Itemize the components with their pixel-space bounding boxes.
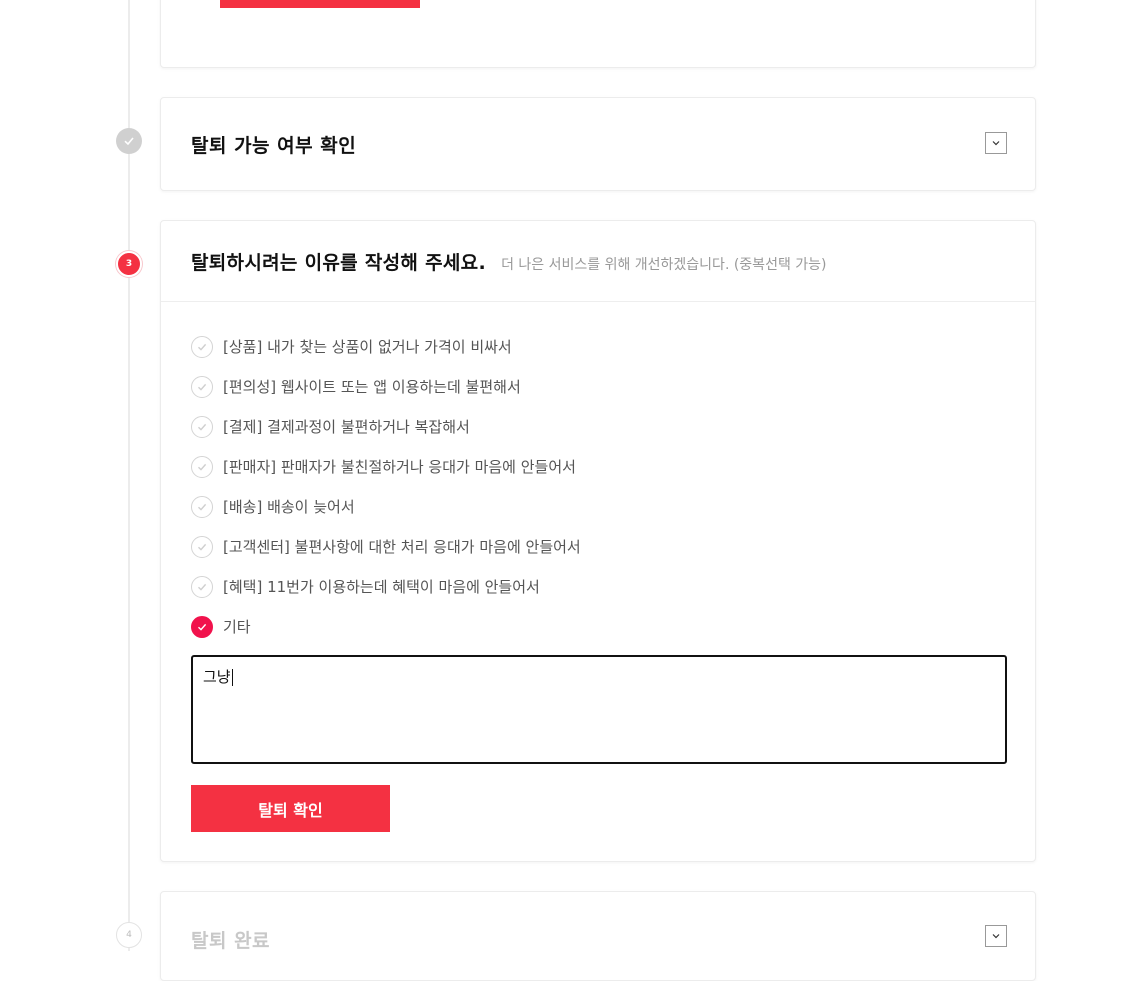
check-icon: [198, 583, 207, 591]
step-3-title: 탈퇴하시려는 이유를 작성해 주세요.: [191, 252, 486, 274]
option-label: [혜택] 11번가 이용하는데 혜택이 마음에 안들어서: [223, 578, 540, 596]
option-checkbox[interactable]: [191, 496, 213, 518]
step-2-title: 탈퇴 가능 여부 확인: [191, 135, 357, 157]
reason-option[interactable]: [고객센터] 불편사항에 대한 처리 응대가 마음에 안들어서: [191, 536, 581, 576]
option-checkbox[interactable]: [191, 536, 213, 558]
option-label: [편의성] 웹사이트 또는 앱 이용하는데 불편해서: [223, 378, 521, 396]
reason-option[interactable]: [판매자] 판매자가 불친절하거나 응대가 마음에 안들어서: [191, 456, 581, 496]
reason-text: 그냥: [203, 668, 231, 686]
withdraw-confirm-button[interactable]: 탈퇴 확인: [191, 785, 390, 832]
option-label: [상품] 내가 찾는 상품이 없거나 가격이 비싸서: [223, 338, 512, 356]
option-checkbox[interactable]: [191, 616, 213, 638]
expand-toggle[interactable]: [985, 925, 1007, 947]
reason-option[interactable]: [편의성] 웹사이트 또는 앱 이용하는데 불편해서: [191, 376, 581, 416]
step-3-header: 탈퇴하시려는 이유를 작성해 주세요. 더 나은 서비스를 위해 개선하겠습니다…: [191, 248, 827, 275]
check-icon: [198, 343, 207, 351]
step-2-done-indicator: [116, 128, 142, 154]
step-1-button[interactable]: [220, 0, 420, 8]
chevron-down-icon: [992, 934, 1000, 939]
step-4-card: 탈퇴 완료: [160, 891, 1036, 981]
reason-options-list: [상품] 내가 찾는 상품이 없거나 가격이 비싸서 [편의성] 웹사이트 또는 …: [191, 336, 581, 656]
check-icon: [198, 383, 207, 391]
divider: [161, 301, 1035, 302]
text-caret: [231, 669, 233, 686]
option-label: [고객센터] 불편사항에 대한 처리 응대가 마음에 안들어서: [223, 538, 581, 556]
option-checkbox[interactable]: [191, 456, 213, 478]
check-icon: [124, 137, 134, 146]
step-1-card: [160, 0, 1036, 68]
reason-option[interactable]: [혜택] 11번가 이용하는데 혜택이 마음에 안들어서: [191, 576, 581, 616]
expand-toggle[interactable]: [985, 132, 1007, 154]
reason-option[interactable]: 기타: [191, 616, 581, 656]
step-3-card: 탈퇴하시려는 이유를 작성해 주세요. 더 나은 서비스를 위해 개선하겠습니다…: [160, 220, 1036, 862]
step-4-indicator: 4: [116, 922, 142, 948]
check-icon: [198, 503, 207, 511]
option-label: [배송] 배송이 늦어서: [223, 498, 355, 516]
step-4-number: 4: [126, 930, 132, 940]
option-label: [결제] 결제과정이 불편하거나 복잡해서: [223, 418, 470, 436]
reason-textarea[interactable]: 그냥: [191, 655, 1007, 764]
check-icon: [198, 623, 207, 631]
option-checkbox[interactable]: [191, 336, 213, 358]
option-checkbox[interactable]: [191, 576, 213, 598]
option-checkbox[interactable]: [191, 376, 213, 398]
step-3-number: 3: [125, 259, 133, 269]
check-icon: [198, 543, 207, 551]
step-4-title: 탈퇴 완료: [191, 930, 271, 952]
reason-option[interactable]: [배송] 배송이 늦어서: [191, 496, 581, 536]
check-icon: [198, 423, 207, 431]
option-checkbox[interactable]: [191, 416, 213, 438]
check-icon: [198, 463, 207, 471]
step-3-indicator: 3: [116, 251, 142, 277]
reason-option[interactable]: [상품] 내가 찾는 상품이 없거나 가격이 비싸서: [191, 336, 581, 376]
step-2-card: 탈퇴 가능 여부 확인: [160, 97, 1036, 191]
option-label: 기타: [223, 618, 251, 636]
step-3-subtitle: 더 나은 서비스를 위해 개선하겠습니다. (중복선택 가능): [501, 257, 827, 273]
option-label: [판매자] 판매자가 불친절하거나 응대가 마음에 안들어서: [223, 458, 576, 476]
chevron-down-icon: [992, 141, 1000, 146]
reason-option[interactable]: [결제] 결제과정이 불편하거나 복잡해서: [191, 416, 581, 456]
